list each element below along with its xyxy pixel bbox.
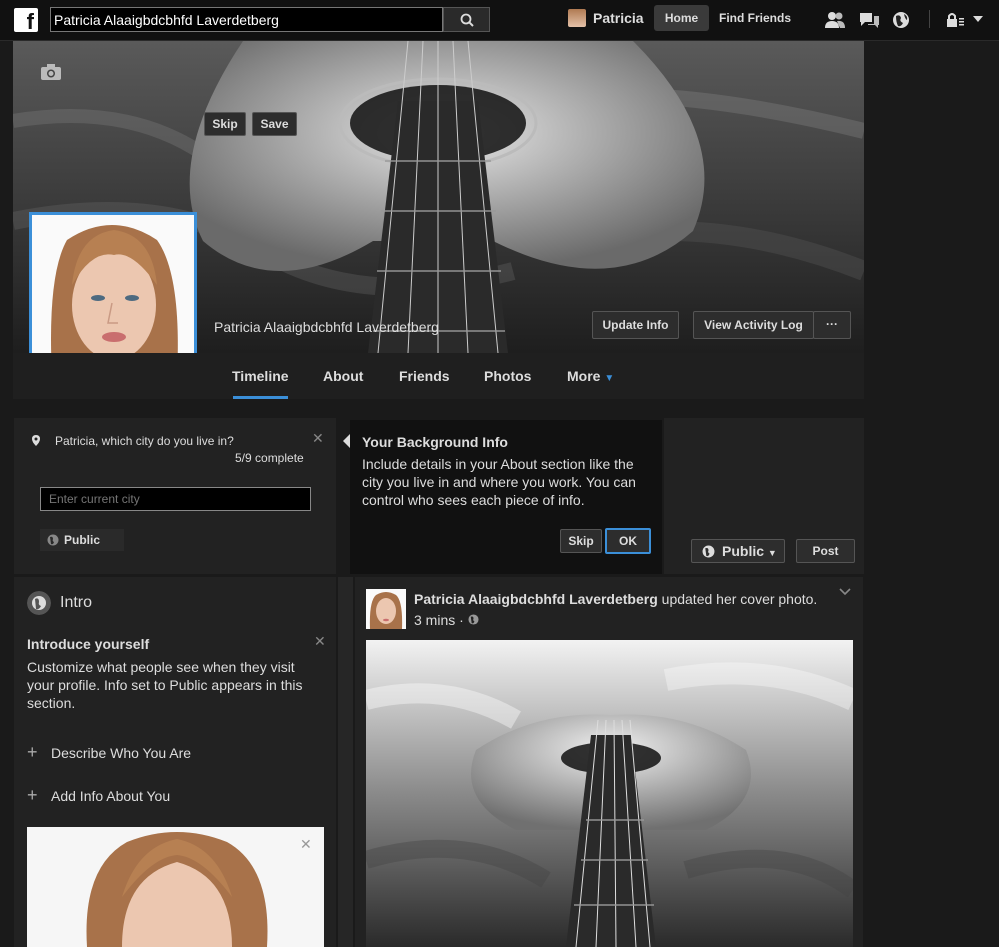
save-button[interactable]: Save [252,112,297,136]
tab-photos[interactable]: Photos [484,368,531,384]
more-options-button[interactable]: ··· [813,311,851,339]
tooltip-arrow [343,434,350,448]
featured-photo[interactable] [27,827,324,947]
nav-separator [929,10,930,28]
intro-title: Intro [60,594,93,611]
composer-privacy-button[interactable]: Public ▼ [691,539,785,563]
avatar-image [366,589,406,629]
column-divider [338,577,353,947]
top-navigation-bar: f Patricia Home Find Friends [0,0,999,41]
view-activity-log-button[interactable]: View Activity Log [693,311,814,339]
lock-icon[interactable] [946,11,968,29]
post-timestamp[interactable]: 3 mins · [414,612,479,628]
city-question: Patricia, which city do you live in? [55,434,234,448]
post-author-avatar[interactable] [366,589,406,629]
messages-icon[interactable] [858,11,880,29]
camera-icon[interactable] [40,63,62,81]
post-button[interactable]: Post [796,539,855,563]
close-icon[interactable]: ✕ [314,633,326,650]
introduce-title: Introduce yourself [27,636,150,652]
tab-about[interactable]: About [323,368,363,384]
globe-icon [47,534,59,546]
add-info-about-you-link[interactable]: + Add Info About You [27,785,170,806]
composer-privacy-label: Public [722,543,765,559]
city-prompt-panel: Patricia, which city do you live in? 5/9… [14,418,336,574]
guitar-post-image [366,640,853,947]
nav-user-name[interactable]: Patricia [593,10,644,26]
describe-who-you-are-link[interactable]: + Describe Who You Are [27,742,191,763]
post-time-text: 3 mins · [414,612,464,628]
post-action: updated her cover photo. [661,591,818,607]
search-icon [460,13,474,27]
tab-timeline[interactable]: Timeline [232,368,289,384]
globe-icon [27,591,51,615]
skip-button[interactable]: Skip [204,112,246,136]
privacy-selector[interactable]: Public [40,529,124,551]
tab-friends[interactable]: Friends [399,368,450,384]
caret-down-icon: ▼ [767,548,777,558]
privacy-label: Public [64,533,101,547]
nav-avatar[interactable] [568,9,586,27]
facebook-logo-icon[interactable]: f [14,8,38,32]
globe-icon [468,614,479,625]
search-button[interactable] [443,7,490,32]
update-info-button[interactable]: Update Info [592,311,679,339]
caret-down-icon: ▼ [604,373,615,384]
timeline-post: Patricia Alaaigbdcbhfd Laverdetberg upda… [355,577,863,947]
home-button[interactable]: Home [654,5,709,31]
friends-icon[interactable] [824,11,846,29]
find-friends-link[interactable]: Find Friends [719,11,791,25]
chevron-down-icon[interactable] [839,588,851,596]
plus-icon: + [27,785,38,805]
tooltip-skip-button[interactable]: Skip [560,529,602,553]
tooltip-ok-button[interactable]: OK [605,528,651,554]
introduce-body: Customize what people see when they visi… [27,659,303,711]
active-tab-indicator [233,396,288,399]
plus-icon: + [27,742,38,762]
featured-photo-image [27,827,324,947]
search-input[interactable] [50,7,443,32]
location-pin-icon [32,435,40,446]
post-cover-photo[interactable] [366,640,853,947]
globe-icon [702,545,715,558]
tooltip-body: Include details in your About section li… [362,456,636,508]
globe-icon[interactable] [891,11,913,29]
describe-label: Describe Who You Are [51,745,192,761]
post-header: Patricia Alaaigbdcbhfd Laverdetberg upda… [414,591,817,607]
tab-more-label: More [567,368,601,384]
tab-more[interactable]: More ▼ [567,368,614,384]
post-author-name[interactable]: Patricia Alaaigbdcbhfd Laverdetberg [414,591,658,607]
tooltip-title: Your Background Info [362,434,508,450]
intro-panel: Intro Introduce yourself ✕ Customize wha… [14,577,336,947]
current-city-input[interactable] [40,487,311,511]
close-icon[interactable]: ✕ [312,430,324,447]
profile-tabs: Timeline About Friends Photos More ▼ [13,353,864,399]
caret-down-icon[interactable] [972,14,984,24]
profile-progress: 5/9 complete [235,451,304,465]
add-info-label: Add Info About You [51,788,171,804]
profile-name: Patricia Alaaigbdcbhfd Laverdetberg [214,319,439,335]
close-icon[interactable]: ✕ [300,836,312,853]
